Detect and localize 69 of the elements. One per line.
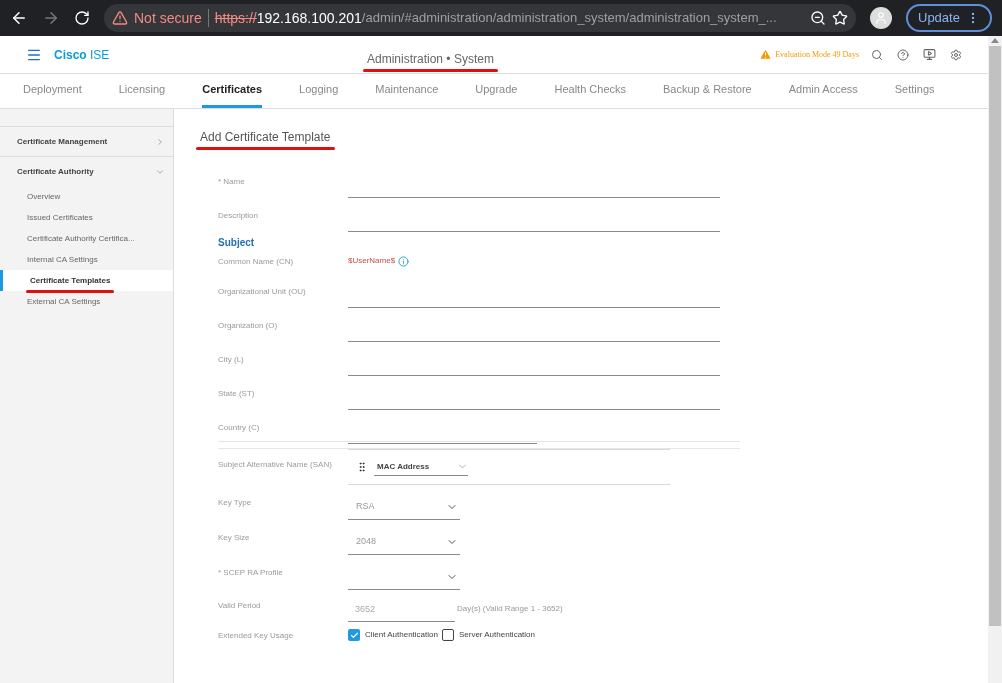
- avatar-icon[interactable]: [870, 7, 892, 29]
- reload-icon[interactable]: [74, 10, 90, 26]
- select-field[interactable]: 2048: [348, 530, 460, 555]
- tab[interactable]: Admin Access: [788, 74, 858, 108]
- select-field[interactable]: RSA: [348, 495, 460, 520]
- sidebar-item[interactable]: Certificate Templates: [0, 270, 173, 291]
- common-name-value: $UserName$: [348, 255, 396, 267]
- field-label: * SCEP RA Profile: [218, 567, 284, 579]
- tab[interactable]: Health Checks: [554, 74, 626, 108]
- field-label: Description: [218, 210, 259, 222]
- back-icon[interactable]: [10, 9, 28, 27]
- bookmark-star-icon[interactable]: [832, 10, 848, 26]
- valid-period-field[interactable]: 3652: [348, 598, 455, 622]
- sidebar-item[interactable]: Internal CA Settings: [0, 249, 173, 270]
- checkbox-label: Server Authentication: [458, 629, 535, 641]
- forward-icon[interactable]: [42, 9, 60, 27]
- field-label: Subject Alternative Name (SAN): [218, 459, 333, 471]
- sidebar-item[interactable]: Certificate Authority Certifica...: [0, 228, 173, 249]
- tab[interactable]: Backup & Restore: [663, 74, 752, 108]
- tab[interactable]: Licensing: [118, 74, 166, 108]
- settings-icon[interactable]: [950, 48, 962, 61]
- sidebar-item[interactable]: Issued Certificates: [0, 207, 173, 228]
- tab[interactable]: Upgrade: [475, 74, 518, 108]
- sidebar-item[interactable]: External CA Settings: [0, 291, 173, 312]
- address-bar[interactable]: Not secure https://192.168.100.201/admin/#administration/administration_system/administration_system_...: [104, 4, 856, 32]
- brand-name: Cisco ISE: [54, 46, 110, 64]
- form-title: Add Certificate Template: [200, 130, 331, 144]
- field-label: Organizational Unit (OU): [218, 286, 307, 298]
- security-status: Not secure: [134, 8, 202, 28]
- zoom-icon[interactable]: [810, 10, 826, 26]
- valid-range-hint: Day(s) (Valid Range 1 - 3652): [457, 603, 563, 615]
- url-path: /admin/#administration/administration_system/administration_system_...: [361, 8, 777, 27]
- checkbox-label: Client Authentication: [365, 629, 438, 641]
- evaluation-notice[interactable]: Evaluation Mode 49 Days: [775, 48, 859, 61]
- field-label: State (ST): [218, 388, 256, 400]
- field-label: Valid Period: [218, 600, 262, 612]
- drag-handle-icon[interactable]: [356, 461, 368, 473]
- tab[interactable]: Settings: [894, 74, 935, 108]
- tab[interactable]: Logging: [299, 74, 339, 108]
- sidebar-item[interactable]: Overview: [0, 186, 173, 207]
- warning-icon: [759, 48, 773, 61]
- check-icon: [349, 630, 359, 640]
- field-label: Extended Key Usage: [218, 630, 295, 642]
- url-scheme: https://: [214, 8, 257, 28]
- help-icon[interactable]: [897, 48, 909, 61]
- scrollbar[interactable]: [988, 36, 1002, 683]
- san-dropdown[interactable]: MAC Address: [374, 458, 468, 476]
- tab[interactable]: Maintenance: [375, 74, 439, 108]
- field-label: Common Name (CN): [218, 256, 295, 268]
- checkbox[interactable]: [348, 629, 360, 641]
- checkbox[interactable]: [441, 629, 454, 641]
- page-title: Administration • System: [367, 52, 494, 66]
- sidebar-group[interactable]: Certificate Authority: [0, 157, 173, 186]
- monitor-icon[interactable]: [923, 48, 936, 61]
- search-icon[interactable]: [871, 48, 883, 61]
- section-heading: Subject: [218, 236, 255, 250]
- field-label: Organization (O): [218, 320, 279, 332]
- update-button[interactable]: Update: [906, 4, 992, 32]
- tab[interactable]: Certificates: [202, 74, 263, 108]
- warning-icon: [112, 10, 128, 26]
- field-label: Country (C): [218, 422, 261, 434]
- sidebar-group[interactable]: Certificate Management: [0, 127, 173, 156]
- field-label: Key Type: [218, 497, 253, 509]
- url-host: 192.168.100.201: [256, 8, 362, 28]
- field-label: Key Size: [218, 532, 251, 544]
- tab[interactable]: Deployment: [23, 74, 82, 108]
- field-label: City (L): [218, 354, 245, 366]
- field-label: * Name: [218, 176, 246, 188]
- info-icon[interactable]: [398, 255, 410, 267]
